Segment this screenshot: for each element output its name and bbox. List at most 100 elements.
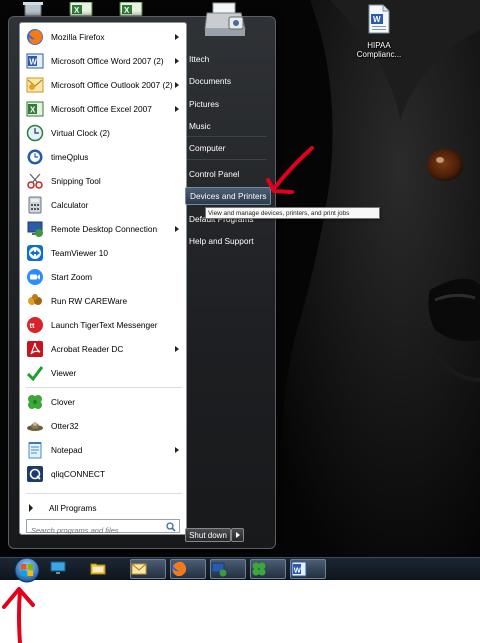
program-item-qliqconnect[interactable]: qliqCONNECT <box>20 462 186 486</box>
zoom-icon <box>27 269 43 285</box>
program-label: Otter32 <box>51 421 79 431</box>
right-item-pictures[interactable]: Pictures <box>185 95 271 113</box>
firefox-icon <box>27 29 43 45</box>
taskbar-file-explorer[interactable] <box>90 559 126 579</box>
program-label: Virtual Clock (2) <box>51 128 110 138</box>
word-doc-icon: W <box>368 4 390 34</box>
careware-icon <box>28 294 42 305</box>
program-item-remote-desktop[interactable]: Remote Desktop Connection <box>20 217 186 241</box>
taskbar-monitor[interactable] <box>50 559 86 579</box>
right-item-label: Ittech <box>189 54 210 64</box>
right-item-devices-and-printers[interactable]: Devices and Printers <box>185 187 271 205</box>
program-item-outlook[interactable]: Microsoft Office Outlook 2007 (2) <box>20 73 186 97</box>
all-programs-arrow-icon <box>29 504 33 512</box>
submenu-arrow-icon[interactable] <box>175 346 179 352</box>
otter-icon <box>27 422 43 431</box>
excel-shortcut-icon[interactable]: X <box>118 2 144 16</box>
right-pane-divider <box>187 159 267 160</box>
program-item-virtual-clock[interactable]: Virtual Clock (2) <box>20 121 186 145</box>
right-item-label: Pictures <box>189 99 219 109</box>
taskbar-remote-desktop[interactable] <box>210 559 246 579</box>
search-icon[interactable] <box>166 522 176 532</box>
desktop-icon-hipaa[interactable]: W HIPAA Complianc... <box>349 4 409 59</box>
shutdown-options-button[interactable] <box>231 528 244 542</box>
program-item-firefox[interactable]: Mozilla Firefox <box>20 25 186 49</box>
program-label: Microsoft Office Excel 2007 <box>51 104 152 114</box>
search-input[interactable] <box>27 524 157 534</box>
program-label: Mozilla Firefox <box>51 32 105 42</box>
program-label: Notepad <box>51 445 83 455</box>
remote-desktop-icon <box>211 562 227 577</box>
all-programs-button[interactable]: All Programs <box>20 500 186 516</box>
program-label: TeamViewer 10 <box>51 248 109 258</box>
right-item-label: Documents <box>189 76 231 86</box>
calculator-icon <box>28 196 42 214</box>
excel-shortcut-icon[interactable]: X <box>68 2 94 16</box>
printer-icon <box>204 2 246 36</box>
program-label: timeQplus <box>51 152 89 162</box>
program-label: Microsoft Office Outlook 2007 (2) <box>51 80 173 90</box>
svg-text:W: W <box>373 15 381 24</box>
program-label: Microsoft Office Word 2007 (2) <box>51 56 164 66</box>
program-item-zoom[interactable]: Start Zoom <box>20 265 186 289</box>
recycle-bin-icon[interactable] <box>22 2 44 16</box>
taskbar-outlook[interactable] <box>130 559 166 579</box>
right-item-music[interactable]: Music <box>185 117 271 135</box>
right-item-label: Control Panel <box>189 169 240 179</box>
right-item-label: Computer <box>189 143 226 153</box>
wallpaper-dog <box>282 0 480 557</box>
program-label: qliqCONNECT <box>51 469 105 479</box>
right-item-control-panel[interactable]: Control Panel <box>185 165 271 183</box>
svg-text:X: X <box>30 106 36 115</box>
all-programs-divider <box>26 493 182 494</box>
program-item-clover[interactable]: Clover <box>20 390 186 414</box>
program-item-word[interactable]: W Microsoft Office Word 2007 (2) <box>20 49 186 73</box>
submenu-arrow-icon[interactable] <box>175 226 179 232</box>
right-item-help-and-support[interactable]: Help and Support <box>185 232 271 250</box>
program-item-calculator[interactable]: Calculator <box>20 193 186 217</box>
submenu-arrow-icon[interactable] <box>175 447 179 453</box>
program-item-otter32[interactable]: Otter32 <box>20 414 186 438</box>
right-item-ittech[interactable]: Ittech <box>185 50 271 68</box>
clock-icon <box>27 149 43 165</box>
clover-icon <box>28 395 42 409</box>
teamviewer-icon <box>27 245 43 261</box>
program-item-snipping-tool[interactable]: Snipping Tool <box>20 169 186 193</box>
right-item-documents[interactable]: Documents <box>185 72 271 90</box>
shutdown-button[interactable]: Shut down <box>185 528 231 542</box>
submenu-arrow-icon[interactable] <box>175 106 179 112</box>
word-icon: W <box>291 561 307 577</box>
program-label: Launch TigerText Messenger <box>51 320 158 330</box>
acrobat-icon <box>27 341 43 357</box>
program-label: Clover <box>51 397 75 407</box>
right-pane-divider <box>187 136 267 137</box>
shutdown-label: Shut down <box>189 530 227 540</box>
program-item-teamviewer[interactable]: TeamViewer 10 <box>20 241 186 265</box>
taskbar-word[interactable]: W <box>290 559 326 579</box>
program-item-viewer[interactable]: Viewer <box>20 361 186 385</box>
word-icon: W <box>26 53 44 69</box>
remote-desktop-icon <box>27 221 43 237</box>
taskbar-clover[interactable] <box>250 559 286 579</box>
svg-text:tt: tt <box>30 321 35 330</box>
monitor-icon <box>50 561 66 574</box>
program-item-careware[interactable]: Run RW CAREWare <box>20 289 186 313</box>
excel-icon: X <box>26 101 44 117</box>
program-label: Acrobat Reader DC <box>51 344 124 354</box>
program-item-excel[interactable]: X Microsoft Office Excel 2007 <box>20 97 186 121</box>
program-item-acrobat[interactable]: Acrobat Reader DC <box>20 337 186 361</box>
submenu-arrow-icon[interactable] <box>175 58 179 64</box>
svg-text:X: X <box>124 6 130 15</box>
program-item-tigertext[interactable]: tt Launch TigerText Messenger <box>20 313 186 337</box>
program-item-notepad[interactable]: Notepad <box>20 438 186 462</box>
annotation-arrow-right <box>266 146 314 194</box>
submenu-arrow-icon[interactable] <box>175 34 179 40</box>
submenu-arrow-icon[interactable] <box>175 82 179 88</box>
tooltip-text: View and manage devices, printers, and p… <box>208 209 350 217</box>
right-item-computer[interactable]: Computer <box>185 139 271 157</box>
program-item-timeqplus[interactable]: timeQplus <box>20 145 186 169</box>
taskbar-firefox[interactable] <box>170 559 206 579</box>
start-orb-icon[interactable] <box>14 557 40 583</box>
clock-icon <box>26 124 44 142</box>
search-box[interactable] <box>26 519 180 534</box>
